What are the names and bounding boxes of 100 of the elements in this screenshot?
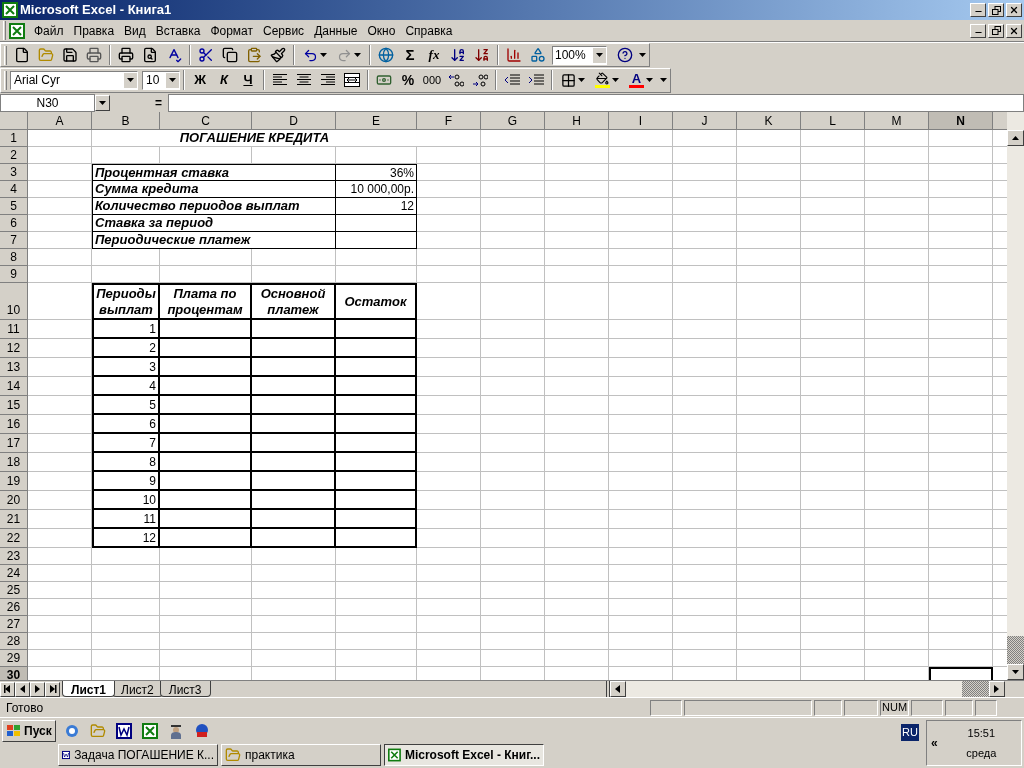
column-header[interactable]: J: [673, 112, 737, 130]
menu-item[interactable]: Справка: [400, 21, 458, 40]
table-cell: Сумма кредита: [92, 181, 336, 198]
row-header[interactable]: 21: [0, 510, 28, 529]
menu-item[interactable]: Вид: [119, 21, 151, 40]
table-cell: Количество периодов выплат: [92, 198, 336, 215]
taskbar-button[interactable]: практика: [221, 744, 381, 766]
row-header[interactable]: 25: [0, 582, 28, 599]
italic-button[interactable]: К: [212, 69, 236, 91]
row-header[interactable]: 23: [0, 548, 28, 565]
column-heading: Периоды выплат: [92, 283, 160, 320]
column-header[interactable]: C: [160, 112, 252, 130]
column-header[interactable]: B: [92, 112, 160, 130]
table-cell: 10 000,00р.: [336, 181, 417, 198]
name-box[interactable]: N30: [0, 93, 95, 112]
menu-item[interactable]: Данные: [309, 21, 363, 40]
column-header[interactable]: E: [336, 112, 417, 130]
row-header[interactable]: 24: [0, 565, 28, 582]
row-header[interactable]: 12: [0, 339, 28, 358]
menu-item[interactable]: Вставка: [150, 21, 206, 40]
clock-time: 15:51: [967, 725, 996, 741]
menu-item[interactable]: Правка: [68, 21, 120, 40]
row-header[interactable]: 11: [0, 320, 28, 339]
taskbar-button[interactable]: Задача ПОГАШЕНИЕ К...: [58, 744, 218, 766]
table-cell: 1: [92, 320, 160, 339]
row-header[interactable]: 18: [0, 453, 28, 472]
column-header[interactable]: N: [929, 112, 993, 130]
underline-button[interactable]: Ч: [236, 69, 260, 91]
row-header[interactable]: 14: [0, 377, 28, 396]
row-header[interactable]: 1: [0, 130, 28, 147]
row-header[interactable]: 26: [0, 599, 28, 616]
row-header[interactable]: 7: [0, 232, 28, 249]
start-button[interactable]: Пуск: [2, 720, 56, 742]
column-header[interactable]: A: [28, 112, 92, 130]
autosum-button[interactable]: Σ: [398, 44, 422, 66]
table-cell: 11: [92, 510, 160, 529]
function-button[interactable]: fx: [422, 44, 446, 66]
font-dropdown[interactable]: Arial Cyr: [10, 70, 138, 90]
column-header[interactable]: L: [801, 112, 865, 130]
row-header[interactable]: 16: [0, 415, 28, 434]
column-heading: Основной платеж: [252, 283, 336, 320]
row-header[interactable]: 30: [0, 667, 28, 680]
row-header[interactable]: 19: [0, 472, 28, 491]
row-header[interactable]: 5: [0, 198, 28, 215]
row-header[interactable]: 13: [0, 358, 28, 377]
row-header[interactable]: 6: [0, 215, 28, 232]
row-header[interactable]: 8: [0, 249, 28, 266]
table-cell: 2: [92, 339, 160, 358]
row-header[interactable]: 10: [0, 283, 28, 320]
row-header[interactable]: 15: [0, 396, 28, 415]
row-header[interactable]: 29: [0, 650, 28, 667]
bold-button[interactable]: Ж: [188, 69, 212, 91]
row-header[interactable]: 17: [0, 434, 28, 453]
row-header[interactable]: 22: [0, 529, 28, 548]
row-header[interactable]: 3: [0, 164, 28, 181]
font-color-button[interactable]: A: [624, 69, 658, 91]
thousands-button[interactable]: 000: [420, 69, 444, 91]
zoom-dropdown[interactable]: 100%: [552, 45, 607, 65]
tray-expand-button[interactable]: «: [927, 734, 942, 752]
column-header[interactable]: M: [865, 112, 929, 130]
formula-equals-sign[interactable]: =: [155, 93, 162, 112]
status-text: Готово: [5, 699, 45, 717]
table-cell: 5: [92, 396, 160, 415]
sheet-title: ПОГАШЕНИЕ КРЕДИТА: [92, 130, 417, 147]
table-cell: Периодические платеж: [92, 232, 336, 249]
sheet-tab[interactable]: Лист3: [159, 680, 211, 697]
table-cell: 3: [92, 358, 160, 377]
column-header[interactable]: G: [481, 112, 545, 130]
row-header[interactable]: 20: [0, 491, 28, 510]
column-header[interactable]: K: [737, 112, 801, 130]
menu-item[interactable]: Окно: [362, 21, 401, 40]
table-cell: 8: [92, 453, 160, 472]
row-header[interactable]: 2: [0, 147, 28, 164]
table-cell: 10: [92, 491, 160, 510]
table-cell: 4: [92, 377, 160, 396]
column-heading: Плата по процентам: [160, 283, 252, 320]
percent-button[interactable]: %: [396, 69, 420, 91]
menu-item[interactable]: Формат: [205, 21, 259, 40]
column-header[interactable]: D: [252, 112, 336, 130]
taskbar-button[interactable]: Microsoft Excel - Книг...: [384, 744, 544, 766]
clock-day: среда: [966, 745, 997, 762]
menu-item[interactable]: Файл: [29, 21, 69, 40]
table-cell: 7: [92, 434, 160, 453]
column-heading: Остаток: [336, 283, 417, 320]
row-header[interactable]: 4: [0, 181, 28, 198]
table-cell: 12: [92, 529, 160, 548]
row-header[interactable]: 9: [0, 266, 28, 283]
menu-item[interactable]: Сервис: [258, 21, 310, 40]
row-header[interactable]: 28: [0, 633, 28, 650]
status-indicator: NUM: [880, 699, 910, 716]
sheet-tab[interactable]: Лист1: [62, 680, 116, 697]
language-indicator[interactable]: RU: [901, 724, 919, 741]
font-size-dropdown[interactable]: 10: [142, 70, 180, 90]
window-title: Microsoft Excel - Книга1: [20, 1, 173, 20]
table-cell: 6: [92, 415, 160, 434]
column-header[interactable]: I: [609, 112, 673, 130]
row-header[interactable]: 27: [0, 616, 28, 633]
column-header[interactable]: H: [545, 112, 609, 130]
table-cell: Ставка за период: [92, 215, 336, 232]
column-header[interactable]: F: [417, 112, 481, 130]
